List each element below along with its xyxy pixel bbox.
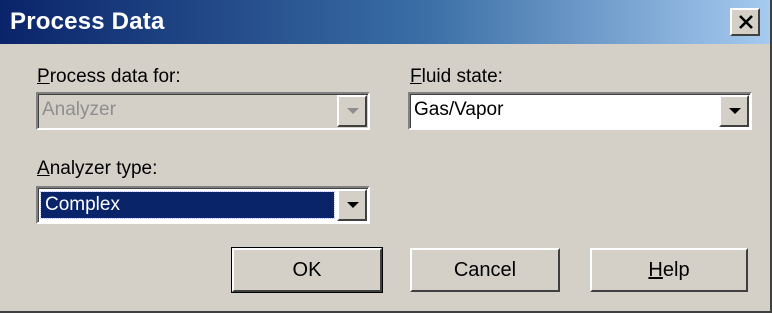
analyzer-type-value: Complex (40, 191, 335, 219)
close-icon (739, 15, 753, 29)
analyzer-type-label-text: nalyzer type: (49, 158, 158, 179)
cancel-button[interactable]: Cancel (410, 248, 560, 292)
fluid-state-dropdown-button[interactable] (719, 95, 749, 127)
help-button[interactable]: Help (590, 248, 748, 292)
process-data-for-mnemonic: P (37, 66, 50, 87)
process-data-for-dropdown-button[interactable] (337, 95, 367, 127)
analyzer-type-dropdown-button[interactable] (337, 189, 367, 221)
chevron-down-icon (729, 108, 741, 114)
analyzer-type-mnemonic: A (37, 158, 50, 179)
process-data-for-combo[interactable]: Analyzer (36, 92, 370, 130)
fluid-state-label-text: luid state: (421, 66, 503, 87)
chevron-down-icon (347, 108, 359, 114)
process-data-for-label-text: rocess data for: (49, 66, 181, 87)
chevron-down-icon (347, 202, 359, 208)
fluid-state-mnemonic: F (410, 66, 422, 87)
window-title: Process Data (10, 8, 165, 35)
process-data-dialog: Process Data Process data for: Analyzer … (0, 0, 772, 313)
close-button[interactable] (730, 8, 760, 36)
analyzer-type-combo[interactable]: Complex (36, 186, 370, 224)
fluid-state-label: Fluid state: (410, 66, 503, 88)
process-data-for-label: Process data for: (37, 66, 181, 88)
fluid-state-combo[interactable]: Gas/Vapor (408, 92, 752, 130)
analyzer-type-label: Analyzer type: (37, 158, 157, 180)
process-data-for-value: Analyzer (42, 99, 116, 120)
help-mnemonic: H (648, 259, 663, 281)
fluid-state-value: Gas/Vapor (414, 99, 504, 120)
help-label-text: elp (662, 259, 690, 281)
ok-button[interactable]: OK (231, 247, 383, 293)
title-bar[interactable]: Process Data (0, 0, 770, 44)
